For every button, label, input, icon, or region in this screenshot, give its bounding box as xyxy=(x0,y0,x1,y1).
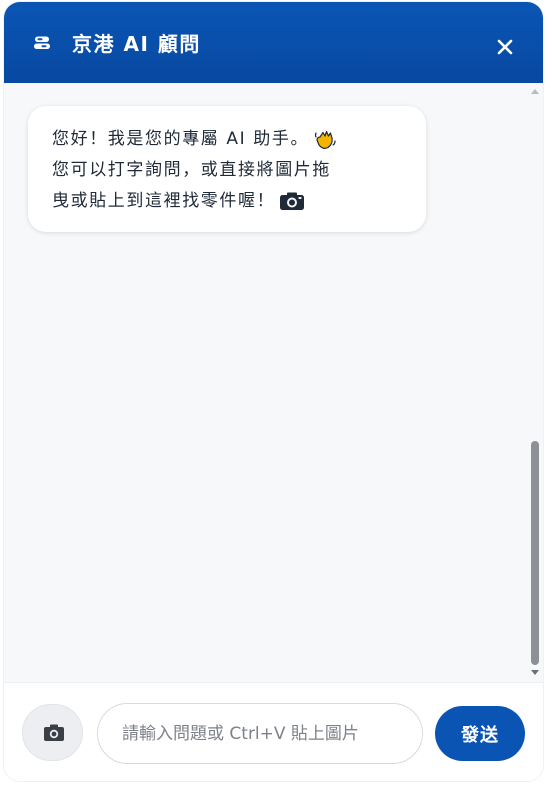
camera-icon xyxy=(280,192,305,210)
chat-title: 京港 AI 顧問 xyxy=(72,32,201,56)
robot-icon xyxy=(34,36,50,49)
camera-icon xyxy=(44,724,64,741)
chat-composer: 發送 xyxy=(4,682,543,781)
message-input[interactable] xyxy=(97,703,423,764)
chat-widget: 京港 AI 顧問 您好！我是您的專屬 AI 助手。 您可以打字詢問，或直接將圖片… xyxy=(4,2,543,781)
chat-messages[interactable]: 您好！我是您的專屬 AI 助手。 您可以打字詢問，或直接將圖片拖 曳或貼上到這裡… xyxy=(4,83,543,682)
upload-image-button[interactable] xyxy=(22,704,83,761)
message-line-2: 您可以打字詢問，或直接將圖片拖 xyxy=(52,160,331,180)
chat-scrollbar[interactable] xyxy=(528,83,543,682)
scrollbar-thumb[interactable] xyxy=(531,441,539,665)
scroll-down-arrow-icon[interactable] xyxy=(531,670,539,675)
waving-hand-icon xyxy=(314,130,336,149)
message-line-1: 您好！我是您的專屬 AI 助手。 xyxy=(52,129,310,149)
scroll-up-arrow-icon[interactable] xyxy=(531,89,539,94)
assistant-message-bubble: 您好！我是您的專屬 AI 助手。 您可以打字詢問，或直接將圖片拖 曳或貼上到這裡… xyxy=(28,106,426,232)
message-line-3: 曳或貼上到這裡找零件喔！ xyxy=(52,191,276,211)
chat-header: 京港 AI 顧問 xyxy=(4,2,543,83)
send-button[interactable]: 發送 xyxy=(435,706,525,761)
close-icon[interactable] xyxy=(490,32,520,62)
